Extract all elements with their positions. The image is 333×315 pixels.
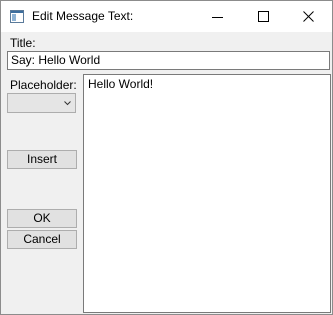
placeholder-dropdown[interactable] — [7, 93, 76, 113]
chevron-down-icon — [64, 101, 71, 106]
maximize-button[interactable] — [241, 1, 287, 32]
insert-button[interactable]: Insert — [7, 150, 77, 169]
edit-message-window: Edit Message Text: Title: Placeholder: — [0, 0, 333, 315]
cancel-button[interactable]: Cancel — [7, 230, 77, 249]
minimize-button[interactable] — [195, 1, 241, 32]
placeholder-label: Placeholder: — [10, 78, 77, 92]
ok-button[interactable]: OK — [7, 209, 77, 228]
window-title: Edit Message Text: — [32, 9, 134, 23]
close-button[interactable] — [286, 1, 332, 32]
title-bar[interactable]: Edit Message Text: — [1, 1, 332, 32]
minimize-icon — [212, 17, 223, 18]
title-input[interactable] — [7, 51, 330, 70]
maximize-icon — [258, 11, 269, 22]
message-text-editor[interactable]: Hello World! — [83, 74, 331, 313]
close-icon — [303, 11, 314, 22]
dialog-body: Title: Placeholder: Insert OK Cancel Hel… — [1, 32, 332, 314]
window-app-icon — [10, 10, 24, 23]
title-label: Title: — [10, 36, 36, 50]
